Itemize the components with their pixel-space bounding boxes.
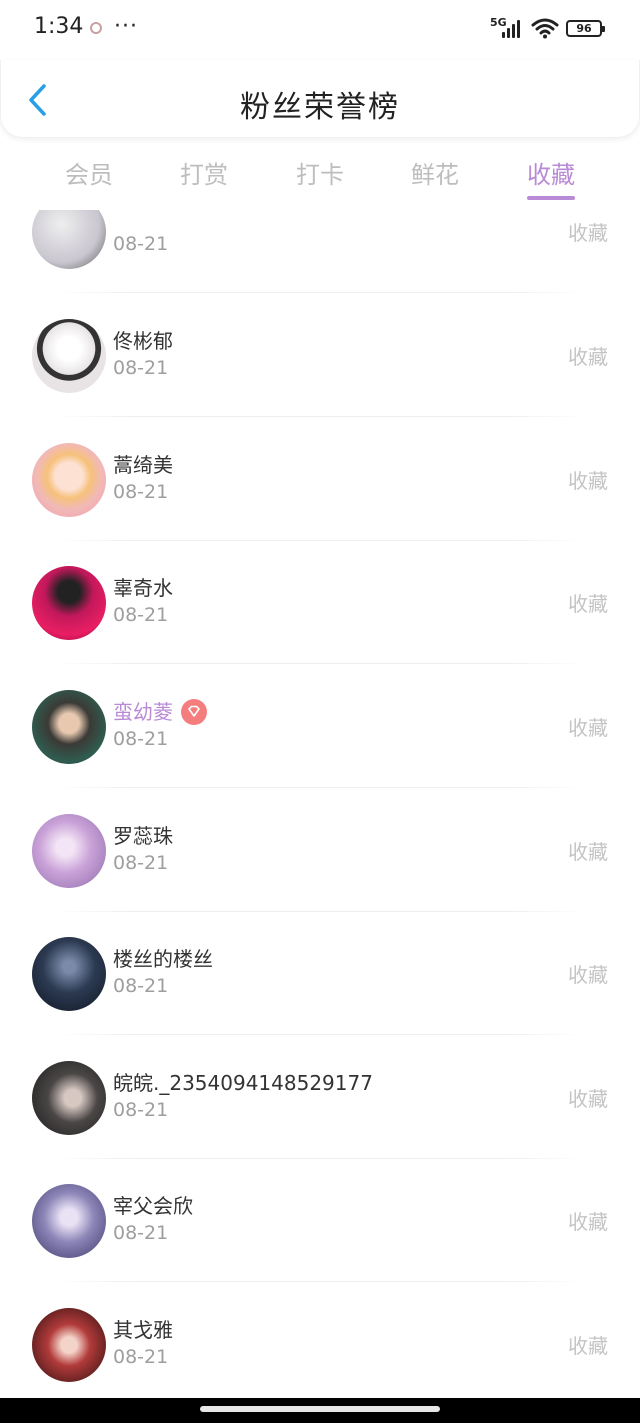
list-item[interactable]: 皖皖._2354094148529177 08-21 收藏 bbox=[0, 1035, 640, 1159]
user-name: 佟彬郁 bbox=[113, 329, 173, 353]
status-bar: 1:34 ··· 5G 96 bbox=[0, 0, 640, 60]
user-name: 蛮幼菱 bbox=[113, 696, 207, 727]
date-label: 08-21 bbox=[113, 975, 169, 997]
list-item[interactable]: 罗蕊珠 08-21 收藏 bbox=[0, 788, 640, 912]
tab-members[interactable]: 会员 bbox=[49, 155, 129, 190]
list-item[interactable]: 佟彬郁 08-21 收藏 bbox=[0, 293, 640, 417]
avatar[interactable] bbox=[32, 210, 106, 269]
user-name: 辜奇水 bbox=[113, 576, 173, 600]
avatar[interactable] bbox=[32, 814, 106, 888]
tab-flowers[interactable]: 鲜花 bbox=[395, 155, 475, 190]
favorite-label: 收藏 bbox=[568, 221, 608, 245]
favorite-label: 收藏 bbox=[568, 592, 608, 616]
date-label: 08-21 bbox=[113, 1346, 169, 1368]
avatar[interactable] bbox=[32, 443, 106, 517]
battery-indicator: 96 bbox=[566, 20, 605, 37]
app-notification-icon bbox=[90, 22, 102, 34]
avatar[interactable] bbox=[32, 1308, 106, 1382]
list-item[interactable]: 宰父会欣 08-21 收藏 bbox=[0, 1158, 640, 1282]
user-name-text: 蛮幼菱 bbox=[113, 700, 173, 724]
date-label: 08-21 bbox=[113, 233, 169, 255]
home-indicator[interactable] bbox=[200, 1406, 440, 1412]
more-notifications-icon: ··· bbox=[114, 14, 138, 39]
avatar[interactable] bbox=[32, 937, 106, 1011]
list-item[interactable]: 其戈雅 08-21 收藏 bbox=[0, 1282, 640, 1398]
avatar[interactable] bbox=[32, 1061, 106, 1135]
user-name: 罗蕊珠 bbox=[113, 824, 173, 848]
tab-bar: 会员 打赏 打卡 鲜花 收藏 bbox=[0, 145, 640, 205]
favorite-label: 收藏 bbox=[568, 345, 608, 369]
list-item[interactable]: 蒿绮美 08-21 收藏 bbox=[0, 417, 640, 541]
tab-favorites[interactable]: 收藏 bbox=[511, 155, 591, 190]
user-name: 其戈雅 bbox=[113, 1318, 173, 1342]
navigation-bar bbox=[0, 1398, 640, 1423]
date-label: 08-21 bbox=[113, 604, 169, 626]
header: 粉丝荣誉榜 bbox=[0, 60, 640, 138]
avatar[interactable] bbox=[32, 566, 106, 640]
avatar[interactable] bbox=[32, 1184, 106, 1258]
avatar[interactable] bbox=[32, 690, 106, 764]
date-label: 08-21 bbox=[113, 481, 169, 503]
favorite-label: 收藏 bbox=[568, 1334, 608, 1358]
favorite-label: 收藏 bbox=[568, 840, 608, 864]
tab-rewards[interactable]: 打赏 bbox=[164, 155, 244, 190]
date-label: 08-21 bbox=[113, 728, 169, 750]
tab-indicator bbox=[527, 196, 575, 200]
list-item[interactable]: 蛮幼菱 08-21 收藏 bbox=[0, 664, 640, 788]
date-label: 08-21 bbox=[113, 852, 169, 874]
tab-checkin[interactable]: 打卡 bbox=[280, 155, 360, 190]
list-item[interactable]: 辜奇水 08-21 收藏 bbox=[0, 540, 640, 664]
list-item[interactable]: 楼丝的楼丝 08-21 收藏 bbox=[0, 911, 640, 1035]
favorite-label: 收藏 bbox=[568, 469, 608, 493]
favorite-label: 收藏 bbox=[568, 716, 608, 740]
user-name: 皖皖._2354094148529177 bbox=[113, 1071, 373, 1095]
date-label: 08-21 bbox=[113, 357, 169, 379]
user-name: 楼丝的楼丝 bbox=[113, 947, 213, 971]
date-label: 08-21 bbox=[113, 1222, 169, 1244]
page-title: 粉丝荣誉榜 bbox=[240, 90, 400, 125]
diamond-icon bbox=[181, 698, 207, 725]
favorite-label: 收藏 bbox=[568, 1210, 608, 1234]
avatar[interactable] bbox=[32, 319, 106, 393]
user-name: 宰父会欣 bbox=[113, 1194, 193, 1218]
favorite-label: 收藏 bbox=[568, 1087, 608, 1111]
fan-list[interactable]: 08-21 收藏 佟彬郁 08-21 收藏 蒿绮美 08-21 收藏 辜奇水 0… bbox=[0, 210, 640, 1398]
list-item[interactable]: 08-21 收藏 bbox=[0, 210, 640, 293]
wifi-icon bbox=[531, 18, 559, 39]
signal-icon bbox=[502, 18, 524, 38]
date-label: 08-21 bbox=[113, 1099, 169, 1121]
favorite-label: 收藏 bbox=[568, 963, 608, 987]
user-name: 蒿绮美 bbox=[113, 453, 173, 477]
status-time: 1:34 bbox=[34, 14, 84, 39]
